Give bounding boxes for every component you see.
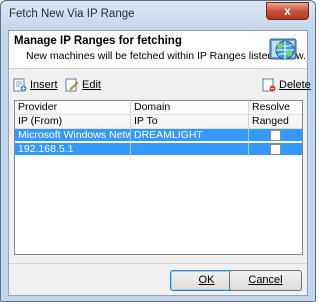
header-panel: Manage IP Ranges for fetching New machin… (9, 31, 307, 69)
column-header-provider[interactable]: Provider (15, 101, 131, 115)
column-header-ranged[interactable]: Ranged (249, 115, 302, 129)
dialog-window: Fetch New Via IP Range x Manage IP Range… (0, 0, 316, 302)
cancel-button[interactable]: Cancel (229, 270, 302, 291)
dialog-body: Manage IP Ranges for fetching New machin… (8, 30, 311, 296)
close-button[interactable]: x (266, 2, 309, 20)
row-ip-to-cell (131, 143, 249, 156)
row-ip-from-cell: 192.168.5.1 (15, 143, 131, 156)
ok-label: OK (198, 274, 215, 286)
table-row[interactable]: 192.168.5.1 (15, 143, 302, 156)
window-title: Fetch New Via IP Range (9, 8, 135, 20)
toolbar: Insert Edit Delete (9, 73, 311, 95)
delete-icon (262, 78, 276, 92)
column-header-ip-from[interactable]: IP (From) (15, 115, 131, 129)
grid-header: Provider Domain Resolve IP (From) IP To … (15, 101, 302, 129)
column-header-ip-to[interactable]: IP To (131, 115, 249, 129)
edit-label: Edit (82, 79, 101, 91)
title-bar[interactable]: Fetch New Via IP Range x (1, 1, 315, 30)
insert-label: Insert (30, 79, 58, 91)
insert-icon (13, 78, 27, 92)
ip-range-grid[interactable]: Provider Domain Resolve IP (From) IP To … (14, 100, 303, 255)
header-title: Manage IP Ranges for fetching (14, 35, 182, 47)
ranged-checkbox[interactable] (270, 144, 281, 155)
delete-label: Delete (279, 79, 311, 91)
column-header-domain[interactable]: Domain (131, 101, 249, 115)
row-domain-cell: DREAMLIGHT (131, 129, 249, 142)
column-header-resolve[interactable]: Resolve (249, 101, 302, 115)
edit-button[interactable]: Edit (65, 76, 101, 94)
network-globe-icon (269, 38, 297, 60)
insert-button[interactable]: Insert (13, 76, 58, 94)
table-row[interactable]: Microsoft Windows Network DREAMLIGHT (15, 129, 302, 142)
header-subtitle: New machines will be fetched within IP R… (26, 50, 306, 62)
edit-icon (65, 78, 79, 92)
delete-button[interactable]: Delete (262, 76, 311, 94)
row-provider-cell: Microsoft Windows Network (15, 129, 131, 142)
cancel-label: Cancel (248, 274, 283, 286)
close-icon: x (284, 4, 291, 18)
footer-divider (9, 263, 307, 264)
resolve-checkbox[interactable] (270, 130, 281, 141)
